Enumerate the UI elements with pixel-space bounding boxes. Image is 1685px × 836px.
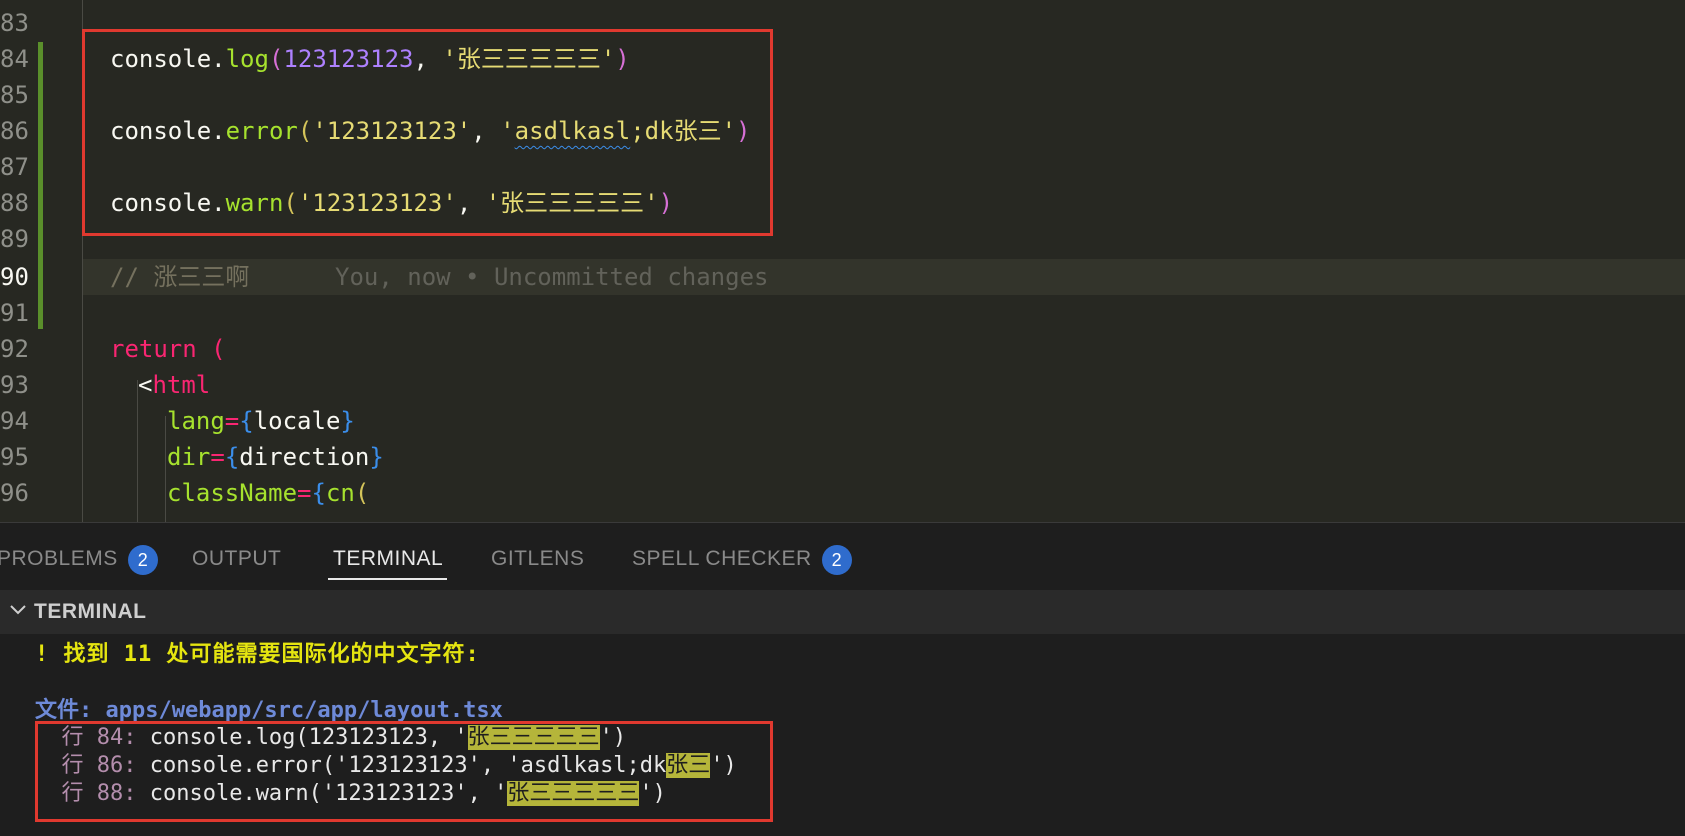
panel-tab-bar: PROBLEMS 2 OUTPUT TERMINAL GITLENS SPELL … <box>0 522 1685 590</box>
active-tab-indicator <box>328 578 447 580</box>
annotation-highlight-box <box>35 721 773 822</box>
code-editor[interactable]: 83 84 console.log(123123123, '张三三三三三') 8… <box>0 0 1685 522</box>
code-comment: // 涨三三啊 <box>110 263 250 291</box>
code-text: return ( <box>110 335 226 363</box>
spell-checker-count-badge: 2 <box>821 545 852 575</box>
code-text: className={cn( <box>167 479 370 507</box>
code-text: lang={locale} <box>167 407 355 435</box>
line-number: 89 <box>0 225 29 253</box>
code-line-96[interactable]: 96 className={cn( <box>0 475 1685 511</box>
annotation-highlight-box <box>82 29 773 236</box>
line-number: 87 <box>0 153 29 181</box>
line-number: 84 <box>0 45 29 73</box>
code-line-93[interactable]: 93 <html <box>0 367 1685 403</box>
line-number: 95 <box>0 443 29 471</box>
tab-label: SPELL CHECKER <box>632 547 812 570</box>
tab-label: OUTPUT <box>192 547 282 570</box>
line-number: 90 <box>0 263 29 291</box>
git-blame-annotation[interactable]: You, now • Uncommitted changes <box>335 259 768 295</box>
code-line-92[interactable]: 92 return ( <box>0 331 1685 367</box>
line-number: 86 <box>0 117 29 145</box>
code-line-91[interactable]: 91 <box>0 295 1685 331</box>
code-line-94[interactable]: 94 lang={locale} <box>0 403 1685 439</box>
problems-count-badge: 2 <box>127 545 158 575</box>
tab-label: GITLENS <box>491 547 585 570</box>
line-number: 85 <box>0 81 29 109</box>
tab-problems[interactable]: PROBLEMS 2 <box>0 542 158 582</box>
tab-gitlens[interactable]: GITLENS <box>491 542 584 582</box>
line-number: 92 <box>0 335 29 363</box>
tab-label: PROBLEMS <box>0 547 118 570</box>
line-number: 94 <box>0 407 29 435</box>
terminal-section-header[interactable]: TERMINAL <box>0 590 1685 634</box>
tab-spell-checker[interactable]: SPELL CHECKER 2 <box>632 542 852 582</box>
line-number: 91 <box>0 299 29 327</box>
line-number: 83 <box>0 9 29 37</box>
line-number: 93 <box>0 371 29 399</box>
terminal-section-title: TERMINAL <box>34 600 147 623</box>
code-text: <html <box>138 371 211 399</box>
line-number: 88 <box>0 189 29 217</box>
chevron-down-icon[interactable] <box>8 600 28 620</box>
tab-output[interactable]: OUTPUT <box>192 542 281 582</box>
line-number: 96 <box>0 479 29 507</box>
code-line-90[interactable]: 90 // 涨三三啊 You, now • Uncommitted change… <box>0 259 1685 295</box>
tab-terminal[interactable]: TERMINAL <box>333 542 443 582</box>
terminal-warning-line: ! 找到 11 处可能需要国际化的中文字符: <box>35 642 480 667</box>
code-line-95[interactable]: 95 dir={direction} <box>0 439 1685 475</box>
tab-label: TERMINAL <box>333 547 444 570</box>
code-text: dir={direction} <box>167 443 384 471</box>
